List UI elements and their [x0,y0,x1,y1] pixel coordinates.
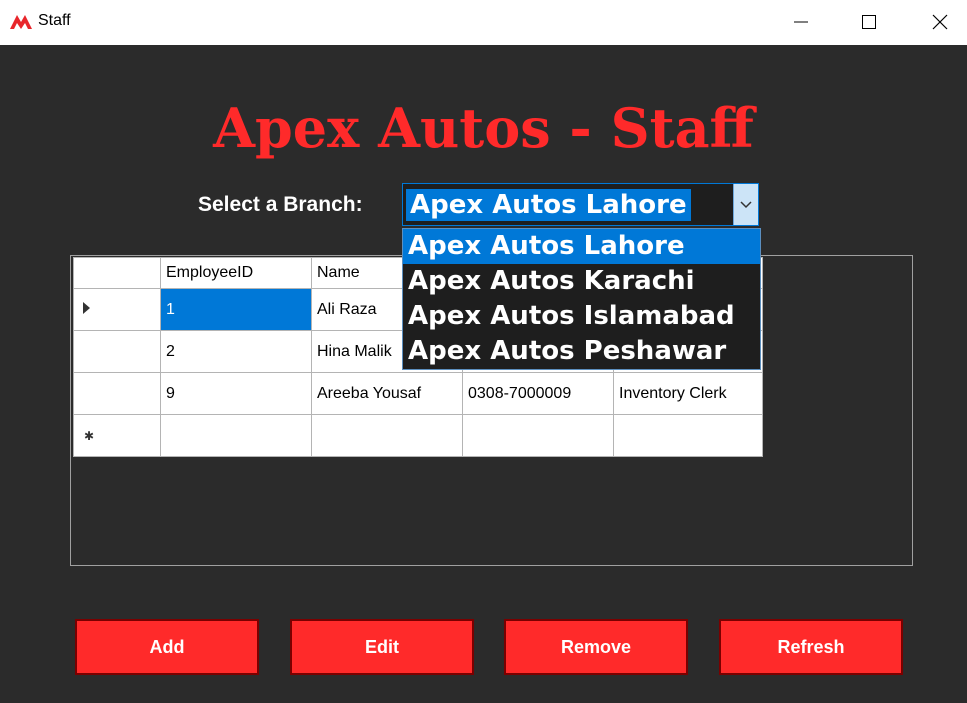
close-button[interactable] [917,0,963,45]
minimize-icon [794,21,808,23]
remove-button[interactable]: Remove [504,619,688,675]
grid-cell[interactable]: 2 [160,330,312,373]
close-icon [932,14,948,30]
branch-option[interactable]: Apex Autos Lahore [403,229,760,264]
grid-cell[interactable] [311,414,463,457]
row-header[interactable] [73,372,161,415]
grid-cell[interactable]: Areeba Yousaf [311,372,463,415]
grid-cell[interactable]: Inventory Clerk [613,372,763,415]
column-header[interactable]: EmployeeID [160,257,312,289]
new-row[interactable]: ✱ [73,414,763,457]
add-button[interactable]: Add [75,619,259,675]
minimize-button[interactable] [778,0,824,45]
branch-option[interactable]: Apex Autos Islamabad [403,299,760,334]
row-header[interactable]: ✱ [73,414,161,457]
grid-cell[interactable] [462,414,614,457]
window-titlebar: Staff [0,0,967,45]
row-header[interactable] [73,288,161,331]
grid-cell[interactable]: 1 [160,288,312,331]
table-row[interactable]: 9 Areeba Yousaf 0308-7000009 Inventory C… [73,372,763,415]
branch-option[interactable]: Apex Autos Peshawar [403,334,760,369]
page-title: Apex Autos - Staff [213,96,754,160]
window-title: Staff [38,12,71,29]
branch-dropdown-list: Apex Autos Lahore Apex Autos Karachi Ape… [402,228,761,370]
branch-combobox[interactable]: Apex Autos Lahore [402,183,759,226]
row-header[interactable] [73,330,161,373]
apex-logo-icon [10,13,32,29]
current-row-arrow-icon [83,301,90,314]
dropdown-button[interactable] [733,184,758,225]
chevron-down-icon [740,201,752,209]
maximize-button[interactable] [846,0,892,45]
refresh-button[interactable]: Refresh [719,619,903,675]
row-header-corner [73,257,161,289]
branch-option[interactable]: Apex Autos Karachi [403,264,760,299]
grid-cell[interactable] [613,414,763,457]
maximize-icon [862,15,876,29]
branch-label: Select a Branch: [198,193,363,216]
grid-cell[interactable]: 9 [160,372,312,415]
new-row-asterisk-icon: ✱ [84,428,95,443]
edit-button[interactable]: Edit [290,619,474,675]
branch-combobox-value: Apex Autos Lahore [406,189,691,221]
grid-cell[interactable] [160,414,312,457]
grid-cell[interactable]: 0308-7000009 [462,372,614,415]
